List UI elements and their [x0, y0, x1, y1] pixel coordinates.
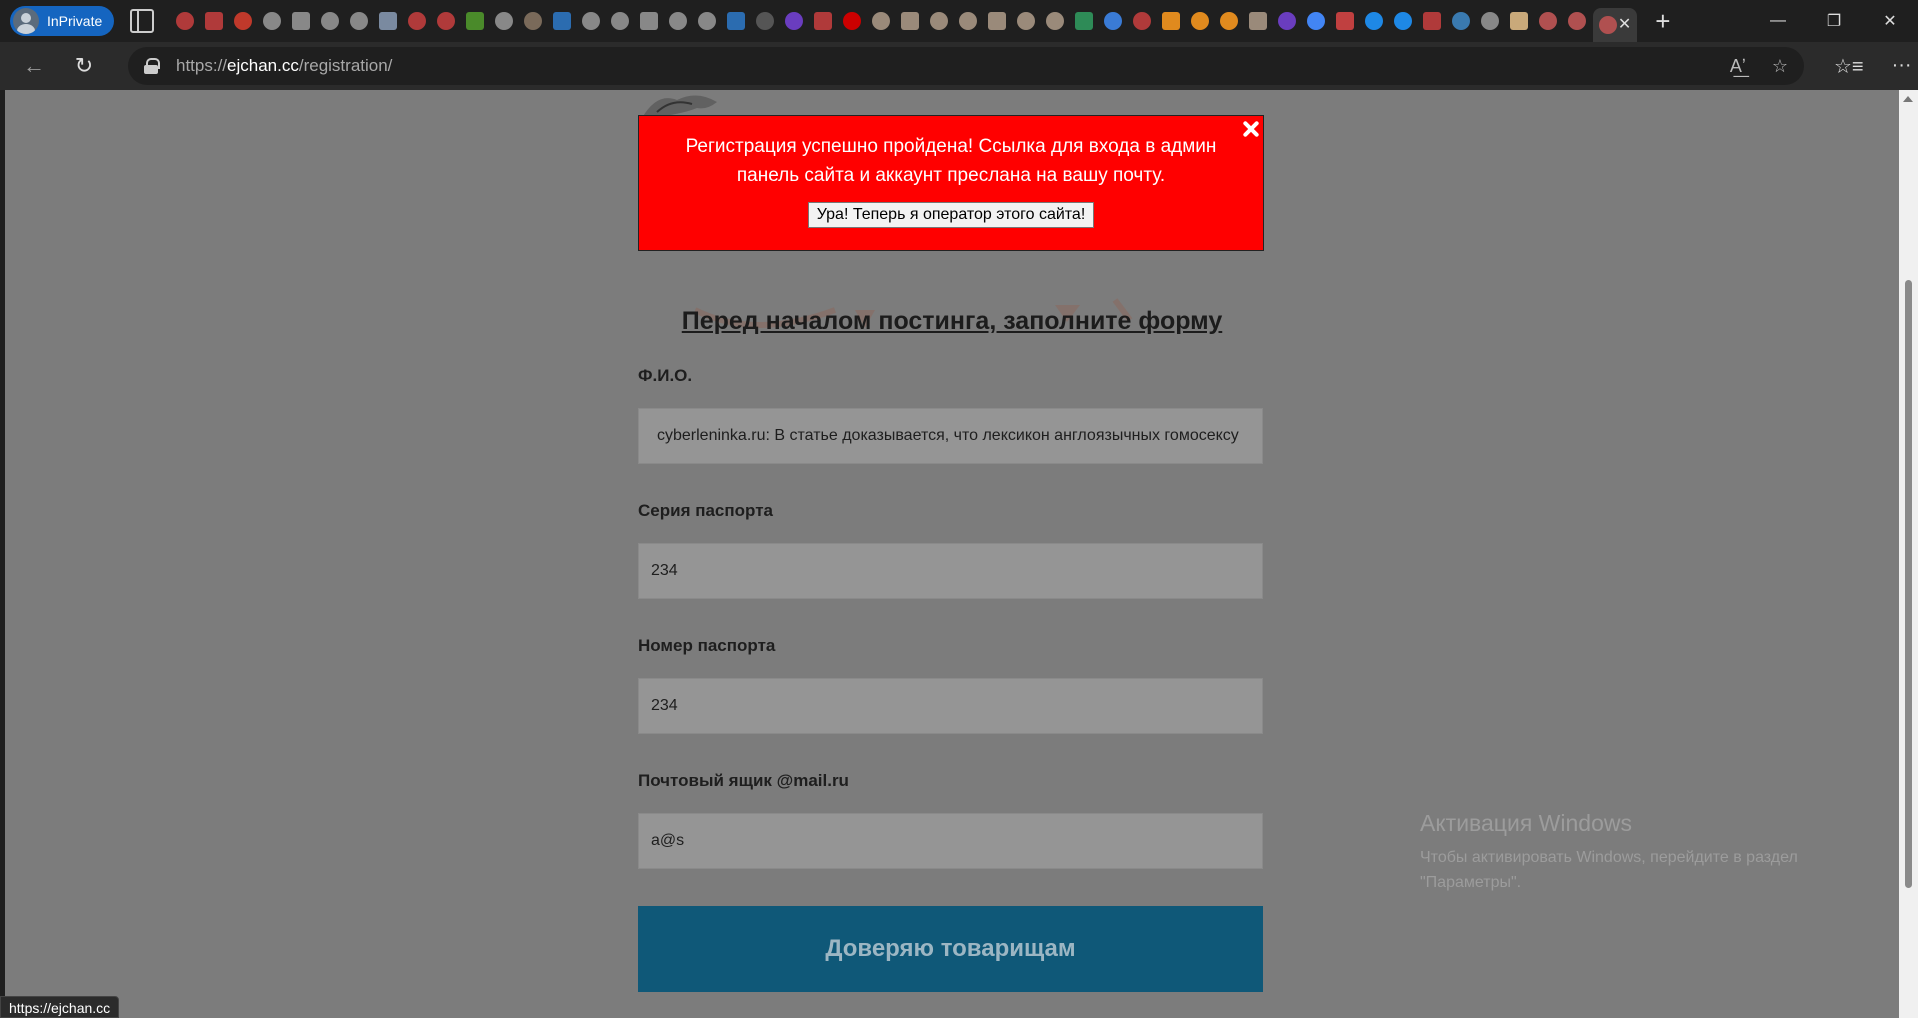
popup-confirm-button[interactable]: Ура! Теперь я оператор этого сайта! [807, 202, 1095, 228]
tab-favicon-icon[interactable] [698, 12, 717, 30]
tab-favicon-icon[interactable] [669, 12, 688, 30]
page-title: Перед началом постинга, заполните форму [681, 307, 1223, 335]
inprivate-badge[interactable]: InPrivate [10, 6, 115, 36]
tab-favicon-icon[interactable] [321, 12, 340, 30]
tab-favicon-icon[interactable] [611, 12, 630, 30]
page-scrollbar[interactable] [1899, 90, 1918, 1018]
back-arrow-icon[interactable]: ← [14, 46, 54, 86]
passport-number-label: Номер паспорта [638, 636, 776, 655]
passport-series-label: Серия паспорта [638, 501, 773, 520]
tab-favicon-icon[interactable] [263, 12, 282, 30]
tab-favicon-icon[interactable] [495, 12, 514, 30]
tab-favicon-icon[interactable] [901, 12, 920, 30]
tab-favicon-icon[interactable] [1510, 12, 1529, 30]
tab-favicon-icon[interactable] [1394, 12, 1413, 30]
url-path: /registration/ [298, 56, 393, 75]
status-bar-url: https://ejchan.cc [0, 996, 120, 1018]
passport-series-input[interactable]: 234 [638, 543, 1263, 599]
window-close-icon[interactable]: ✕ [1862, 0, 1918, 42]
tab-favicon-icon[interactable] [959, 12, 978, 30]
tab-favicon-icon[interactable] [1278, 12, 1297, 30]
tab-favicon-icon[interactable] [1104, 12, 1123, 30]
tab-favicon-icon[interactable] [1568, 12, 1587, 30]
tab-favicon-icon[interactable] [930, 12, 949, 30]
success-popup: Регистрация успешно пройдена! Ссылка для… [638, 115, 1264, 251]
tab-favicon-icon[interactable] [1307, 12, 1326, 30]
url-host: ejchan.cc [227, 56, 299, 75]
tab-actions-icon[interactable] [130, 9, 155, 33]
tab-favicon-icon[interactable] [756, 12, 775, 30]
submit-button[interactable]: Доверяю товарищам [638, 906, 1263, 992]
tab-favicon-icon[interactable] [1220, 12, 1239, 30]
activation-text: Чтобы активировать Windows, перейдите в … [1420, 849, 1798, 891]
lock-icon[interactable] [144, 58, 160, 74]
tab-favicon-icon[interactable] [1017, 12, 1036, 30]
tab-strip: InPrivate ✕ + — ❐ ✕ [0, 0, 1918, 42]
close-tab-icon[interactable]: ✕ [1618, 17, 1631, 33]
tab-favicon-icon[interactable] [292, 12, 311, 30]
active-tab-favicon-icon [1599, 16, 1618, 34]
tab-favicon-icon[interactable] [524, 12, 543, 30]
tab-favicon-icon[interactable] [1162, 12, 1181, 30]
minimize-icon[interactable]: — [1750, 0, 1806, 42]
popup-message: Регистрация успешно пройдена! Ссылка для… [685, 136, 1217, 186]
email-input[interactable]: a@s [638, 813, 1263, 869]
scroll-up-icon[interactable] [1903, 96, 1913, 102]
tab-favicon-icon[interactable] [1336, 12, 1355, 30]
tab-favicon-icon[interactable] [205, 12, 224, 30]
tab-favicon-icon[interactable] [379, 12, 398, 30]
tab-favicon-icon[interactable] [1191, 12, 1210, 30]
tab-favicon-icon[interactable] [1365, 12, 1384, 30]
tab-favicon-icon[interactable] [1481, 12, 1500, 30]
tab-favicon-icon[interactable] [1075, 12, 1094, 30]
fio-label: Ф.И.О. [638, 366, 693, 385]
tab-favicon-icon[interactable] [466, 12, 485, 30]
address-bar[interactable]: https://ejchan.cc/registration/ A͟ʼ ☆ [128, 47, 1804, 85]
tab-favicon-icon[interactable] [1133, 12, 1152, 30]
popup-close-icon[interactable] [1241, 120, 1259, 138]
favorites-icon[interactable]: ☆≡ [1834, 54, 1864, 79]
tab-favicon-icon[interactable] [843, 12, 862, 30]
tab-favicon-icon[interactable] [988, 12, 1007, 30]
more-menu-icon[interactable]: ··· [1892, 54, 1912, 79]
activation-title: Активация Windows [1420, 810, 1632, 836]
tab-favicon-icon[interactable] [785, 12, 804, 30]
favorite-star-icon[interactable]: ☆ [1772, 56, 1788, 77]
fio-input[interactable]: cyberleninka.ru: В статье доказывается, … [638, 408, 1263, 464]
windows-activation-watermark: Активация Windows Чтобы активировать Win… [1420, 810, 1860, 895]
restore-icon[interactable]: ❐ [1806, 0, 1862, 42]
active-tab[interactable]: ✕ [1593, 8, 1638, 42]
inprivate-label: InPrivate [47, 13, 103, 29]
tab-favicon-icon[interactable] [814, 12, 833, 30]
tab-favicon-icon[interactable] [727, 12, 746, 30]
tab-favicon-icon[interactable] [640, 12, 659, 30]
tab-favicon-icon[interactable] [1423, 12, 1442, 30]
tab-favicon-icon[interactable] [872, 12, 891, 30]
tab-favicon-icon[interactable] [234, 12, 253, 30]
tab-favicon-icon[interactable] [1249, 12, 1268, 30]
tab-favicon-icon[interactable] [437, 12, 456, 30]
tab-favicon-icon[interactable] [350, 12, 369, 30]
reload-icon[interactable]: ↻ [64, 46, 104, 86]
tab-favicon-icon[interactable] [176, 12, 195, 30]
url-text: https://ejchan.cc/registration/ [176, 56, 392, 76]
email-label: Почтовый ящик @mail.ru [638, 771, 849, 790]
tab-favicon-icon[interactable] [408, 12, 427, 30]
window-controls: — ❐ ✕ [1750, 0, 1918, 42]
tab-favicon-icon[interactable] [582, 12, 601, 30]
tab-list [170, 0, 1591, 42]
browser-toolbar: ← ↻ https://ejchan.cc/registration/ A͟ʼ … [0, 42, 1918, 90]
passport-number-input[interactable]: 234 [638, 678, 1263, 734]
scroll-thumb[interactable] [1905, 280, 1912, 888]
registration-form: Ф.И.О. cyberleninka.ru: В статье доказыв… [638, 366, 1263, 992]
tab-favicon-icon[interactable] [1046, 12, 1065, 30]
tab-favicon-icon[interactable] [1452, 12, 1471, 30]
url-scheme: https:// [176, 56, 228, 75]
read-aloud-icon[interactable]: A͟ʼ [1730, 56, 1746, 77]
profile-avatar-icon [13, 8, 39, 34]
tab-favicon-icon[interactable] [1539, 12, 1558, 30]
tab-favicon-icon[interactable] [553, 12, 572, 30]
new-tab-button[interactable]: + [1655, 6, 1670, 37]
